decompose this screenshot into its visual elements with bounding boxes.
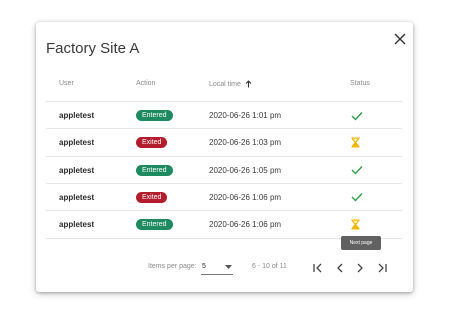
row-action: Entered: [136, 102, 173, 129]
check-icon: [351, 166, 363, 175]
caret-down-icon: [225, 265, 232, 269]
row-action: Entered: [136, 157, 173, 184]
table-row: appletest Exited 2020-06-26 1:06 pm: [46, 182, 402, 211]
column-header-user: User: [59, 80, 74, 87]
next-page-tooltip: Next page: [341, 236, 381, 250]
items-per-page-label: Items per page:: [148, 263, 197, 270]
table-row: appletest Exited 2020-06-26 1:03 pm: [46, 128, 402, 156]
row-action: Exited: [136, 129, 168, 156]
row-status: [351, 157, 363, 184]
action-badge: Exited: [136, 191, 168, 203]
row-user: appletest: [59, 138, 95, 148]
column-header-status: Status: [350, 80, 370, 87]
dialog-title: Factory Site A: [46, 40, 140, 57]
last-page-button[interactable]: [375, 261, 389, 275]
hourglass-icon: [351, 219, 360, 230]
check-icon: [351, 193, 363, 202]
table-row: appletest Entered 2020-06-26 1:01 pm: [46, 101, 402, 129]
hourglass-icon: [351, 137, 360, 148]
last-page-icon: [378, 263, 387, 273]
row-local-time: 2020-06-26 1:01 pm: [209, 111, 282, 120]
row-status: [351, 211, 360, 238]
row-action: Entered: [136, 211, 173, 238]
row-user: appletest: [59, 220, 95, 230]
table-row: appletest Entered 2020-06-26 1:06 pm: [46, 210, 402, 238]
row-local-time: 2020-06-26 1:06 pm: [209, 192, 282, 202]
items-per-page-select[interactable]: 5: [201, 260, 233, 275]
items-per-page-value: 5: [202, 263, 206, 270]
action-badge: Exited: [136, 137, 168, 149]
chevron-left-icon: [337, 263, 343, 273]
previous-page-button[interactable]: [333, 261, 347, 275]
column-header-action: Action: [136, 80, 156, 87]
row-user: appletest: [59, 111, 95, 120]
row-status: [351, 184, 363, 211]
action-badge: Entered: [136, 110, 173, 121]
row-status: [351, 129, 360, 156]
row-local-time: 2020-06-26 1:05 pm: [209, 165, 282, 175]
row-action: Exited: [136, 184, 168, 211]
action-badge: Entered: [136, 219, 173, 231]
close-button[interactable]: [393, 32, 407, 46]
page-range-label: 6 - 10 of 11: [252, 263, 287, 270]
row-local-time: 2020-06-26 1:03 pm: [209, 138, 282, 148]
row-status: [351, 102, 363, 129]
row-user: appletest: [59, 165, 95, 175]
close-icon: [394, 33, 406, 45]
row-user: appletest: [59, 192, 95, 202]
first-page-icon: [313, 263, 322, 273]
action-badge: Entered: [136, 164, 173, 176]
row-local-time: 2020-06-26 1:06 pm: [209, 220, 282, 230]
first-page-button[interactable]: [311, 261, 325, 275]
arrow-up-icon: [245, 80, 252, 88]
next-page-button[interactable]: [353, 261, 367, 275]
chevron-right-icon: [357, 263, 363, 273]
check-icon: [351, 111, 363, 121]
table-row: appletest Entered 2020-06-26 1:05 pm: [46, 155, 402, 184]
column-header-local-time-label: Local time: [209, 80, 241, 88]
column-header-local-time[interactable]: Local time: [209, 80, 252, 88]
